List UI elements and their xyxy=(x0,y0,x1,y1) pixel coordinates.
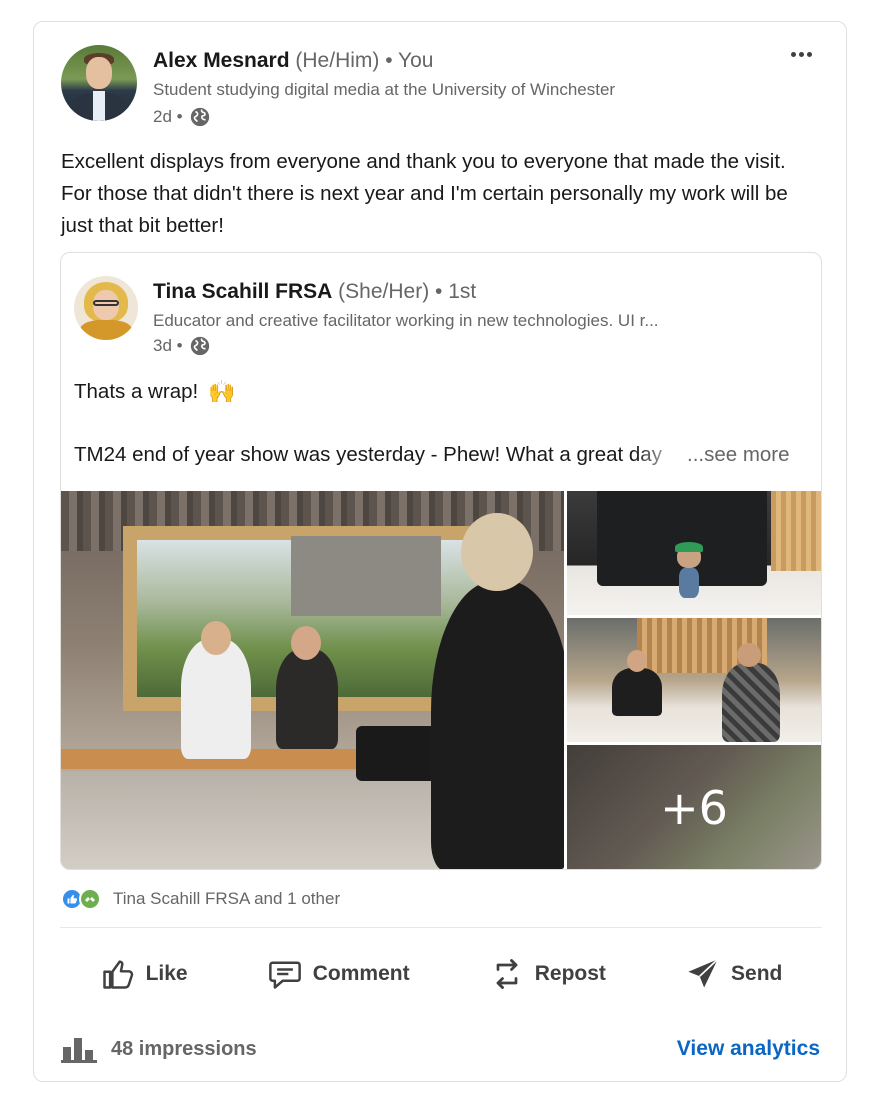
main-photo[interactable] xyxy=(61,491,564,869)
more-options-button[interactable] xyxy=(786,42,816,66)
shared-author-name[interactable]: Tina Scahill FRSA xyxy=(153,280,332,303)
more-photos-overlay[interactable]: +6 xyxy=(567,745,821,869)
reaction-icons xyxy=(61,888,107,910)
reactions-text[interactable]: Tina Scahill FRSA and 1 other xyxy=(113,889,340,909)
impressions-count: 48 impressions xyxy=(111,1037,257,1060)
comment-icon xyxy=(268,961,301,989)
shared-text-line-2: TM24 end of year show was yesterday - Ph… xyxy=(74,443,662,466)
globe-icon xyxy=(190,336,209,356)
send-button[interactable]: Send xyxy=(679,948,788,1000)
send-label: Send xyxy=(731,962,783,985)
post-text: Excellent displays from everyone and tha… xyxy=(61,150,788,237)
photo-thumbnail-3[interactable]: +6 xyxy=(567,745,821,869)
author-name-line[interactable]: Alex Mesnard (He/Him) • You xyxy=(153,49,433,73)
post-card: Alex Mesnard (He/Him) • You Student stud… xyxy=(33,21,847,1082)
shared-author-name-line[interactable]: Tina Scahill FRSA (She/Her) • 1st xyxy=(153,280,476,304)
reactions-summary[interactable]: Tina Scahill FRSA and 1 other xyxy=(61,888,340,910)
shared-author-headline: Educator and creative facilitator workin… xyxy=(153,311,659,330)
author-avatar[interactable] xyxy=(61,45,137,121)
support-reaction-icon xyxy=(79,888,101,910)
post-time: 2d • xyxy=(153,107,183,126)
author-headline: Student studying digital media at the Un… xyxy=(153,80,616,99)
repost-label: Repost xyxy=(534,962,606,985)
shared-text-line-1: Thats a wrap! 🙌 xyxy=(74,379,236,405)
repost-icon xyxy=(496,959,518,989)
send-icon xyxy=(688,958,719,988)
shared-post[interactable]: Tina Scahill FRSA (She/Her) • 1st Educat… xyxy=(60,252,822,870)
comment-button[interactable]: Comment xyxy=(261,948,416,1000)
more-horizontal-icon xyxy=(790,51,796,57)
view-analytics-link[interactable]: View analytics xyxy=(677,1037,820,1061)
like-label: Like xyxy=(145,962,188,985)
impressions-summary[interactable]: 48 impressions xyxy=(61,1035,257,1063)
shared-author-meta: 3d • xyxy=(153,335,211,357)
shared-author-avatar[interactable] xyxy=(74,276,138,340)
shared-author-pronouns: (She/Her) xyxy=(332,280,430,303)
divider xyxy=(60,927,822,928)
photo-thumbnail-2[interactable] xyxy=(567,618,821,742)
thumbs-up-icon xyxy=(102,960,133,989)
author-meta: 2d • xyxy=(153,106,211,128)
bar-chart-icon xyxy=(61,1038,97,1063)
comment-label: Comment xyxy=(312,962,410,985)
see-more-link[interactable]: ...see more xyxy=(687,443,790,467)
author-name[interactable]: Alex Mesnard xyxy=(153,49,290,72)
repost-button[interactable]: Repost xyxy=(483,948,612,1000)
action-bar: Like Comment Repost Send xyxy=(60,942,822,1006)
more-photos-count: +6 xyxy=(660,781,728,835)
author-pronouns: (He/Him) xyxy=(289,49,380,72)
photo-thumbnail-1[interactable] xyxy=(567,491,821,615)
author-degree: • You xyxy=(379,49,434,72)
shared-text-wrap: Thats a wrap! xyxy=(74,380,199,403)
shared-author-degree: • 1st xyxy=(429,280,477,303)
raising-hands-emoji-icon: 🙌 xyxy=(208,379,236,404)
shared-post-time: 3d • xyxy=(153,336,183,355)
globe-icon xyxy=(190,107,209,127)
like-button[interactable]: Like xyxy=(94,948,194,1000)
